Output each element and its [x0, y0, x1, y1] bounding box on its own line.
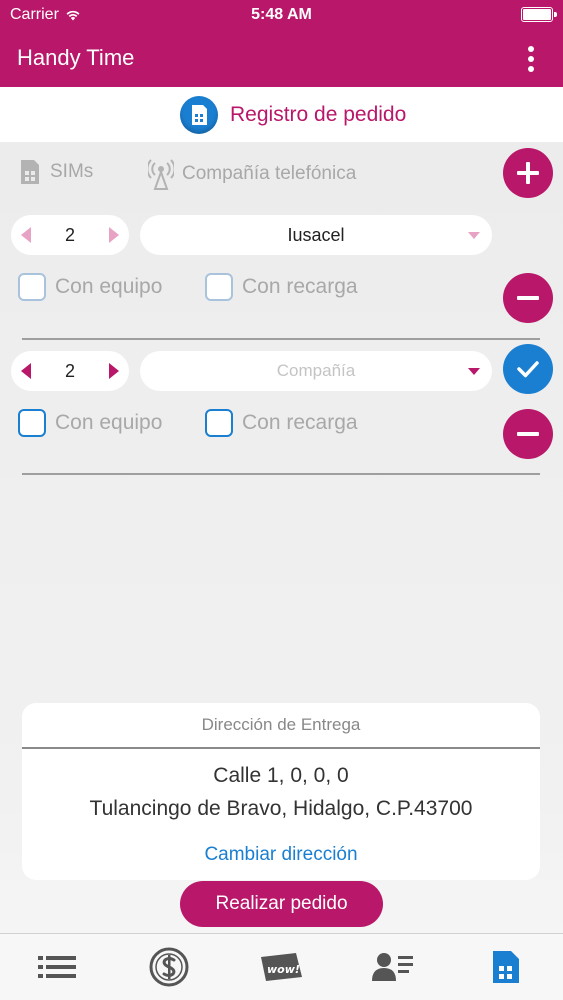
confirm-order-button[interactable]	[503, 344, 553, 394]
card-divider	[22, 747, 540, 749]
delivery-header: Dirección de Entrega	[201, 715, 361, 734]
wow-tag-icon: wow!	[261, 953, 302, 981]
antenna-icon	[148, 159, 174, 190]
checkbox-box[interactable]	[18, 409, 46, 437]
column-header-sims: SIMs	[18, 158, 93, 186]
increment-arrow-icon[interactable]	[108, 363, 119, 379]
with-device-label: Con equipo	[55, 411, 163, 434]
tab-bar: wow!	[0, 933, 563, 1000]
chevron-down-icon	[468, 368, 480, 375]
checkbox-box[interactable]	[205, 409, 233, 437]
delivery-address-card: Dirección de Entrega Calle 1, 0, 0, 0 Tu…	[22, 703, 540, 880]
sim-card-icon	[493, 951, 519, 983]
svg-text:wow!: wow!	[267, 963, 300, 976]
company-select[interactable]: Compañía	[140, 351, 492, 391]
checkbox-box[interactable]	[205, 273, 233, 301]
quantity-value: 2	[64, 360, 75, 381]
with-recharge-label: Con recarga	[242, 275, 358, 298]
with-device-label: Con equipo	[55, 275, 163, 298]
overflow-menu-icon[interactable]	[521, 44, 541, 74]
with-recharge-checkbox[interactable]: Con recarga	[205, 409, 358, 437]
with-device-checkbox[interactable]: Con equipo	[18, 273, 162, 301]
with-recharge-label: Con recarga	[242, 411, 358, 434]
company-select-value: Iusacel	[287, 224, 345, 245]
with-device-checkbox[interactable]: Con equipo	[18, 409, 162, 437]
contact-card-icon	[372, 953, 413, 981]
column-header-company: Compañía telefónica	[148, 158, 356, 190]
minus-icon	[517, 432, 539, 436]
column-label-company: Compañía telefónica	[182, 163, 357, 184]
company-select-placeholder: Compañía	[276, 361, 356, 380]
battery-icon	[521, 7, 557, 22]
app-bar: Handy Time	[0, 30, 563, 87]
address-line-1: Calle 1, 0, 0, 0	[213, 764, 349, 787]
remove-order-button[interactable]	[503, 273, 553, 323]
remove-order-button[interactable]	[503, 409, 553, 459]
list-icon	[38, 956, 76, 978]
tab-promotions[interactable]: wow!	[256, 942, 306, 992]
sim-icon	[21, 160, 39, 184]
quantity-stepper: 2	[11, 215, 129, 255]
status-time: 5:48 AM	[251, 6, 312, 23]
minus-icon	[517, 296, 539, 300]
column-label-sims: SIMs	[50, 161, 94, 182]
checkbox-box[interactable]	[18, 273, 46, 301]
tab-profile[interactable]	[368, 942, 418, 992]
page-title: Registro de pedido	[230, 103, 407, 126]
dollar-coin-icon	[149, 947, 189, 987]
chevron-down-icon	[468, 232, 480, 239]
decrement-arrow-icon[interactable]	[21, 363, 31, 379]
tab-payments[interactable]	[144, 942, 194, 992]
checkmark-icon	[517, 361, 539, 378]
tab-orders-list[interactable]	[32, 942, 82, 992]
decrement-arrow-icon[interactable]	[21, 227, 31, 243]
add-order-button[interactable]	[503, 148, 553, 198]
with-recharge-checkbox[interactable]: Con recarga	[205, 273, 358, 301]
quantity-stepper: 2	[11, 351, 129, 391]
tab-sim-orders[interactable]	[481, 942, 531, 992]
increment-arrow-icon[interactable]	[108, 227, 119, 243]
row-divider	[22, 473, 540, 475]
plus-icon	[517, 162, 539, 184]
address-line-2: Tulancingo de Bravo, Hidalgo, C.P.43700	[89, 797, 473, 820]
company-select[interactable]: Iusacel	[140, 215, 492, 255]
quantity-value: 2	[64, 224, 75, 245]
sim-card-logo-icon	[180, 96, 218, 134]
row-divider	[22, 338, 540, 340]
app-title: Handy Time	[17, 45, 135, 70]
place-order-button[interactable]: Realizar pedido	[180, 881, 383, 927]
status-bar: Carrier 5:48 AM	[0, 0, 563, 30]
page-header: Registro de pedido	[0, 87, 563, 142]
change-address-link[interactable]: Cambiar dirección	[22, 844, 540, 866]
